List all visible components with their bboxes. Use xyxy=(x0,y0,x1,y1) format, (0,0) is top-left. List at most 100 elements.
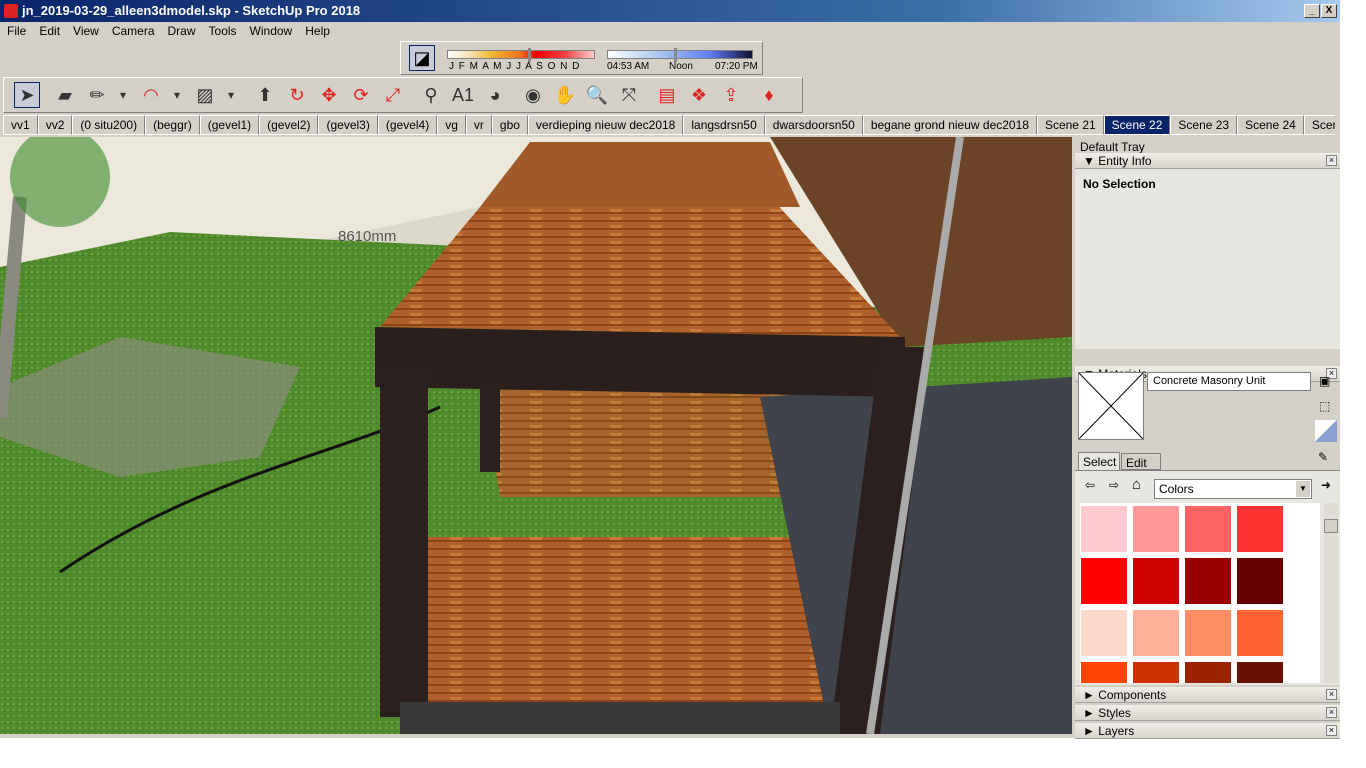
scene-tab[interactable]: (gevel1) xyxy=(199,115,260,135)
chevron-down-icon[interactable]: ▾ xyxy=(224,82,238,108)
orbit-icon[interactable]: ◉ xyxy=(520,82,546,108)
details-arrow-icon[interactable]: ➜ xyxy=(1321,478,1331,492)
scene-tab[interactable]: Scene 24 xyxy=(1237,115,1304,135)
chevron-down-icon[interactable]: ▾ xyxy=(170,82,184,108)
scene-tab[interactable]: verdieping nieuw dec2018 xyxy=(527,115,684,135)
color-swatch[interactable] xyxy=(1184,505,1232,553)
scene-tab[interactable]: dwarsdoorsn50 xyxy=(764,115,863,135)
chevron-down-icon[interactable]: ▼ xyxy=(1296,481,1310,497)
forward-icon[interactable]: ⇨ xyxy=(1109,478,1119,492)
layers-header[interactable]: ► Layers × xyxy=(1075,723,1340,739)
ruby-icon[interactable]: ♦ xyxy=(756,82,782,108)
color-swatch[interactable] xyxy=(1080,505,1128,553)
sample-paint-icon[interactable]: ⬚ xyxy=(1319,399,1330,413)
color-swatch[interactable] xyxy=(1132,505,1180,553)
eraser-icon[interactable]: ▰ xyxy=(52,82,78,108)
text-icon[interactable]: A1 xyxy=(450,82,476,108)
select-arrow-icon[interactable]: ➤ xyxy=(14,82,40,108)
color-swatch[interactable] xyxy=(1132,661,1180,683)
minimize-button[interactable]: _ xyxy=(1304,4,1320,18)
close-button[interactable]: X xyxy=(1321,4,1337,18)
scene-tab[interactable]: begane grond nieuw dec2018 xyxy=(862,115,1037,135)
scene-tab[interactable]: vr xyxy=(465,115,492,135)
styles-header[interactable]: ► Styles × xyxy=(1075,705,1340,721)
rotate-icon[interactable]: ⟳ xyxy=(348,82,374,108)
shadow-toggle-icon[interactable]: ◪ xyxy=(409,45,435,71)
close-icon[interactable]: × xyxy=(1326,689,1337,700)
menu-view[interactable]: View xyxy=(66,22,105,40)
library-select[interactable]: Colors ▼ xyxy=(1154,479,1312,499)
menu-edit[interactable]: Edit xyxy=(32,22,66,40)
color-swatch[interactable] xyxy=(1080,661,1128,683)
scene-tab[interactable]: langsdrsn50 xyxy=(683,115,765,135)
tab-select[interactable]: Select xyxy=(1078,452,1120,470)
scene-tab[interactable]: vv2 xyxy=(37,115,73,135)
menu-help[interactable]: Help xyxy=(298,22,336,40)
tab-edit[interactable]: Edit xyxy=(1121,453,1161,470)
close-icon[interactable]: × xyxy=(1326,725,1337,736)
color-swatch[interactable] xyxy=(1184,609,1232,657)
color-swatch[interactable] xyxy=(1236,557,1284,605)
create-material-icon[interactable]: ▣ xyxy=(1319,374,1330,388)
paint-bucket-icon[interactable]: ◕ xyxy=(482,82,508,108)
entity-info-header[interactable]: ▼ Entity Info × xyxy=(1075,153,1340,169)
extension-warehouse-icon[interactable]: ❖ xyxy=(686,82,712,108)
scene-tab[interactable]: (beggr) xyxy=(145,115,200,135)
menu-file[interactable]: File xyxy=(0,22,32,40)
color-swatch[interactable] xyxy=(1236,609,1284,657)
scale-icon[interactable]: ⤢ xyxy=(380,82,406,108)
scene-tab[interactable]: (gevel3) xyxy=(318,115,378,135)
material-name-input[interactable]: Concrete Masonry Unit xyxy=(1147,372,1311,391)
color-swatch[interactable] xyxy=(1132,609,1180,657)
zoom-extents-icon[interactable]: ⤧ xyxy=(616,82,642,108)
time-slider[interactable] xyxy=(607,48,753,62)
tape-measure-icon[interactable]: ⚲ xyxy=(418,82,444,108)
menu-draw[interactable]: Draw xyxy=(161,22,202,40)
3d-viewport[interactable]: 8610mm xyxy=(0,137,1072,734)
components-header[interactable]: ► Components × xyxy=(1075,687,1340,703)
scene-tab[interactable]: Scene 21 xyxy=(1036,115,1104,135)
scene-tab[interactable]: (gevel2) xyxy=(259,115,319,135)
month-slider[interactable] xyxy=(447,48,595,62)
rectangle-icon[interactable]: ▨ xyxy=(192,82,218,108)
scene-tab[interactable]: gbo xyxy=(491,115,528,135)
scene-tab[interactable]: (0 situ200) xyxy=(72,115,146,135)
scene-tab[interactable]: vg xyxy=(437,115,466,135)
scene-tab[interactable]: Scene 25 xyxy=(1303,115,1335,135)
color-swatch[interactable] xyxy=(1080,609,1128,657)
push-pull-icon[interactable]: ⬆ xyxy=(252,82,278,108)
close-icon[interactable]: × xyxy=(1326,707,1337,718)
default-material-icon[interactable] xyxy=(1315,420,1337,442)
color-swatch[interactable] xyxy=(1080,557,1128,605)
color-swatch[interactable] xyxy=(1184,661,1232,683)
chevron-down-icon[interactable]: ▾ xyxy=(116,82,130,108)
warehouse-icon[interactable]: ▤ xyxy=(654,82,680,108)
color-swatch[interactable] xyxy=(1236,505,1284,553)
time-end-label: 07:20 PM xyxy=(715,61,758,72)
back-icon[interactable]: ⇦ xyxy=(1085,478,1095,492)
scene-tab[interactable]: Scene 22 xyxy=(1103,115,1171,135)
pencil-icon[interactable]: ✏ xyxy=(84,82,110,108)
follow-me-icon[interactable]: ↻ xyxy=(284,82,310,108)
home-icon[interactable]: ⌂ xyxy=(1132,476,1141,493)
menu-camera[interactable]: Camera xyxy=(105,22,161,40)
color-swatch[interactable] xyxy=(1236,661,1284,683)
dimension-label[interactable]: 8610mm xyxy=(338,228,396,245)
scene-tab[interactable]: (gevel4) xyxy=(377,115,438,135)
menu-tools[interactable]: Tools xyxy=(202,22,243,40)
move-icon[interactable]: ✥ xyxy=(316,82,342,108)
share-model-icon[interactable]: ⇪ xyxy=(718,82,744,108)
scene-tab[interactable]: Scene 23 xyxy=(1170,115,1238,135)
zoom-icon[interactable]: 🔍 xyxy=(584,82,610,108)
eyedropper-icon[interactable]: ✎ xyxy=(1318,450,1328,464)
arc-icon[interactable]: ◠ xyxy=(138,82,164,108)
styles-label: Styles xyxy=(1098,706,1131,720)
time-noon-label: Noon xyxy=(669,61,693,72)
swatch-scrollbar[interactable] xyxy=(1324,503,1338,683)
menu-window[interactable]: Window xyxy=(243,22,299,40)
color-swatch[interactable] xyxy=(1184,557,1232,605)
scene-tab[interactable]: vv1 xyxy=(3,115,38,135)
color-swatch[interactable] xyxy=(1132,557,1180,605)
pan-hand-icon[interactable]: ✋ xyxy=(552,82,578,108)
close-icon[interactable]: × xyxy=(1326,155,1337,166)
